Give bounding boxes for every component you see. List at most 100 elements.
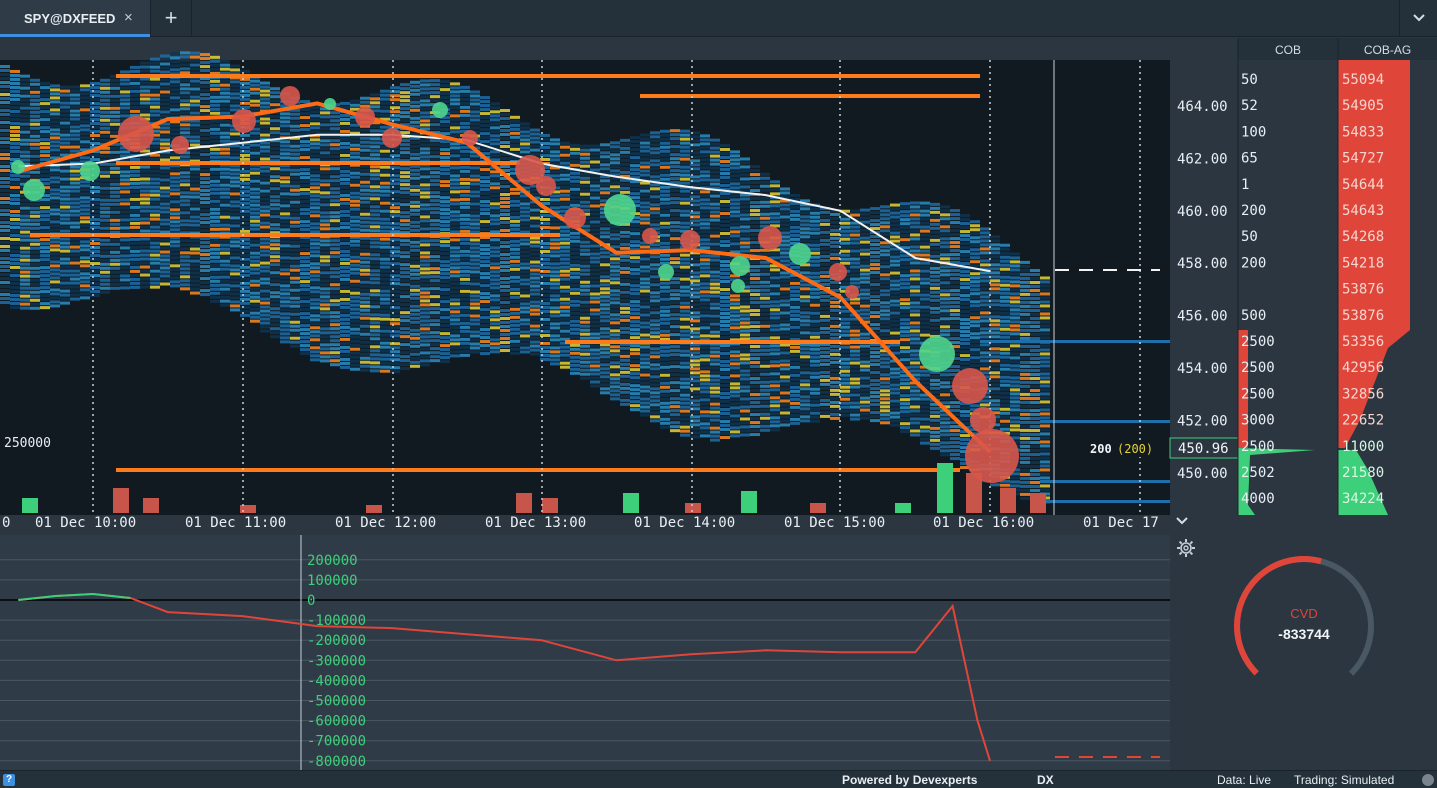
heatmap-cell	[480, 352, 490, 356]
heatmap-cell	[260, 217, 270, 221]
heatmap-cell	[470, 262, 480, 266]
heatmap-cell	[680, 269, 690, 273]
heatmap-cell	[400, 119, 410, 123]
heatmap-cell	[440, 184, 450, 188]
heatmap-cell	[200, 181, 210, 185]
heatmap-cell	[620, 330, 630, 334]
heatmap-cell	[390, 114, 400, 118]
heatmap-cell	[730, 170, 740, 174]
heatmap-cell	[400, 227, 410, 231]
heatmap-cell	[410, 268, 420, 272]
heatmap-cell	[620, 162, 630, 166]
heatmap-cell	[190, 251, 200, 255]
heatmap-cell	[770, 296, 780, 300]
heatmap-cell	[150, 93, 160, 97]
heatmap-cell	[390, 246, 400, 250]
heatmap-cell	[550, 286, 560, 290]
heatmap-cell	[330, 307, 340, 311]
heatmap-cell	[280, 328, 290, 332]
heatmap-cell	[720, 148, 730, 152]
heatmap-cell	[0, 213, 10, 216]
heatmap-cell	[280, 320, 290, 324]
heatmap-cell	[170, 280, 180, 284]
heatmap-cell	[110, 106, 120, 110]
heatmap-cell	[450, 222, 460, 226]
heatmap-cell	[340, 353, 350, 357]
heatmap-cell	[510, 307, 520, 311]
heatmap-cell	[100, 190, 110, 194]
heatmap-cell	[60, 89, 70, 93]
close-icon[interactable]: ×	[124, 9, 133, 26]
heatmap-cell	[320, 247, 330, 251]
heatmap-cell	[640, 381, 650, 385]
heatmap-cell	[690, 315, 700, 319]
heatmap-cell	[180, 107, 190, 111]
heatmap-cell	[620, 142, 630, 146]
heatmap-cell	[320, 215, 330, 219]
heatmap-cell	[400, 143, 410, 147]
heatmap-cell	[430, 247, 440, 251]
heatmap-cell	[520, 134, 530, 138]
heatmap-cell	[410, 152, 420, 156]
heatmap-cell	[510, 227, 520, 231]
heatmap-cell	[300, 100, 310, 104]
heatmap-cell	[380, 105, 390, 109]
heatmap-cell	[650, 311, 660, 315]
heatmap-cell	[460, 97, 470, 101]
heatmap-cell	[490, 290, 500, 294]
heatmap-cell	[510, 335, 520, 339]
heatmap-cell	[600, 155, 610, 159]
add-tab-button[interactable]: +	[150, 0, 192, 37]
heatmap-cell	[480, 204, 490, 208]
heatmap-cell	[170, 132, 180, 136]
heatmap-cell	[460, 277, 470, 281]
heatmap-cell	[710, 406, 720, 410]
heatmap-cell	[700, 270, 710, 274]
heatmap-cell	[180, 239, 190, 243]
heatmap-cell	[770, 328, 780, 332]
heatmap-cell	[10, 269, 20, 273]
heatmap-cell	[680, 421, 690, 425]
heatmap-cell	[160, 174, 170, 178]
heatmap-cell	[510, 255, 520, 259]
heatmap-cell	[650, 411, 660, 415]
heatmap-cell	[40, 254, 50, 258]
heatmap-cell	[240, 101, 250, 105]
heatmap-cell	[560, 357, 570, 361]
heatmap-cell	[110, 214, 120, 218]
heatmap-cell	[440, 152, 450, 156]
heatmap-cell	[210, 179, 220, 183]
heatmap-cell	[270, 187, 280, 191]
heatmap-cell	[50, 200, 60, 204]
chevron-down-icon[interactable]	[1399, 0, 1437, 37]
heatmap-cell	[260, 229, 270, 233]
heatmap-cell	[110, 274, 120, 278]
heatmap-cell	[600, 331, 610, 335]
heatmap-cell	[290, 196, 300, 200]
heatmap-cell	[250, 155, 260, 159]
heatmap-cell	[450, 330, 460, 334]
heatmap-cell	[470, 286, 480, 290]
heatmap-cell	[700, 226, 710, 230]
heatmap-cell	[560, 273, 570, 277]
heatmap-cell	[450, 130, 460, 134]
heatmap-cell	[410, 264, 420, 268]
heatmap-cell	[440, 128, 450, 132]
chart-area[interactable]: 464.00462.00460.00458.00456.00454.00452.…	[0, 38, 1437, 770]
heatmap-cell	[0, 293, 10, 296]
heatmap-cell	[430, 227, 440, 231]
heatmap-cell	[240, 285, 250, 289]
tab-spy-dxfeed[interactable]: SPY@DXFEED ×	[0, 0, 150, 37]
heatmap-cell	[680, 433, 690, 437]
heatmap-cell	[740, 349, 750, 353]
heatmap-cell	[180, 179, 190, 183]
heatmap-cell	[380, 189, 390, 193]
heatmap-cell	[0, 181, 10, 184]
heatmap-cell	[260, 205, 270, 209]
heatmap-cell	[150, 201, 160, 205]
heatmap-cell	[470, 330, 480, 334]
heatmap-cell	[610, 293, 620, 297]
heatmap-cell	[160, 106, 170, 110]
heatmap-cell	[590, 276, 600, 280]
heatmap-cell	[560, 229, 570, 233]
